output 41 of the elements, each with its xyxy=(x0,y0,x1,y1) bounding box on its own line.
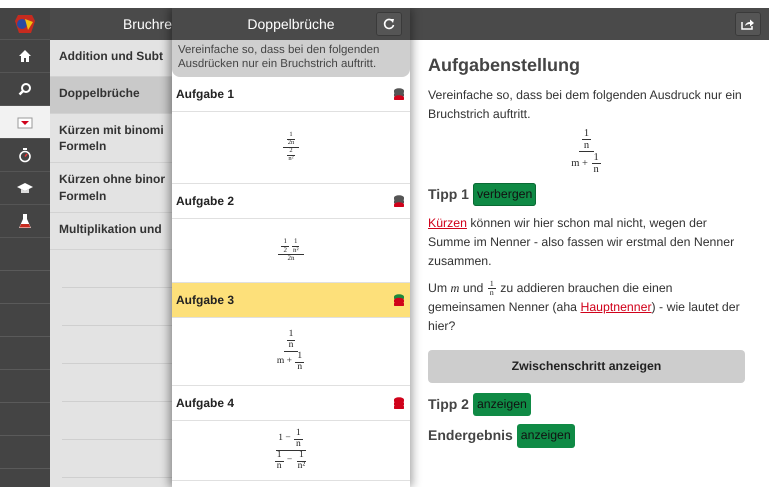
exercise-row[interactable]: Aufgabe 4 xyxy=(172,386,410,421)
instruction-text: Vereinfache so, dass bei den folgenden Ausdrücken nur ein Bruchstrich auftritt. xyxy=(172,40,410,77)
rail-tab[interactable] xyxy=(0,205,50,238)
stack-icon xyxy=(394,396,404,409)
rail-tab[interactable] xyxy=(0,73,50,106)
rail-tab[interactable] xyxy=(0,106,50,139)
rail-tab[interactable] xyxy=(0,172,50,205)
sidebar-item[interactable]: Doppelbrüche xyxy=(50,77,172,114)
stack-icon xyxy=(394,194,404,207)
panel-title: Doppelbrüche xyxy=(246,14,336,34)
share-button[interactable] xyxy=(735,12,761,36)
tip-label: Endergebnis xyxy=(428,426,513,446)
stack-icon xyxy=(394,294,404,306)
search-icon xyxy=(18,82,32,96)
stack-icon xyxy=(394,88,404,100)
term-link[interactable]: Hauptnenner xyxy=(580,300,652,314)
term-link[interactable]: Kürzen xyxy=(428,216,467,230)
graduation-cap-icon xyxy=(17,181,33,195)
exercise-row[interactable]: Aufgabe 3 xyxy=(172,282,410,318)
refresh-icon xyxy=(383,18,395,30)
tip-text: Kürzen können wir hier schon mal nicht, wegen der Summe im Nenner - also fassen wir erstmal den Nenner zusammen. xyxy=(428,215,736,270)
section-heading: Aufgabenstellung xyxy=(428,54,581,77)
tip-label: Tipp 1 xyxy=(428,184,469,204)
hide-button[interactable]: verbergen xyxy=(472,183,536,206)
show-button[interactable]: anzeigen xyxy=(472,393,531,416)
flask-icon xyxy=(18,213,32,229)
tray-icon xyxy=(17,115,33,129)
step-button[interactable]: Zwischenschritt anzeigen xyxy=(428,350,745,384)
show-button[interactable]: anzeigen xyxy=(516,424,575,448)
rail-tab[interactable] xyxy=(0,40,50,73)
share-icon xyxy=(741,18,755,30)
task-text: Vereinfache so, dass bei dem folgenden Ausdruck nur ein Bruchstrich auftritt. xyxy=(428,86,743,123)
rail-tab[interactable] xyxy=(0,139,50,172)
exercise-row[interactable]: Aufgabe 2 xyxy=(172,184,410,219)
home-icon xyxy=(18,49,32,63)
tip-label: Tipp 2 xyxy=(428,395,469,414)
refresh-button[interactable] xyxy=(376,12,402,36)
stopwatch-icon xyxy=(18,147,32,163)
exercise-row[interactable]: Aufgabe 1 xyxy=(172,76,410,112)
logo xyxy=(13,12,37,34)
sidebar-title: Bruchre xyxy=(122,14,172,34)
